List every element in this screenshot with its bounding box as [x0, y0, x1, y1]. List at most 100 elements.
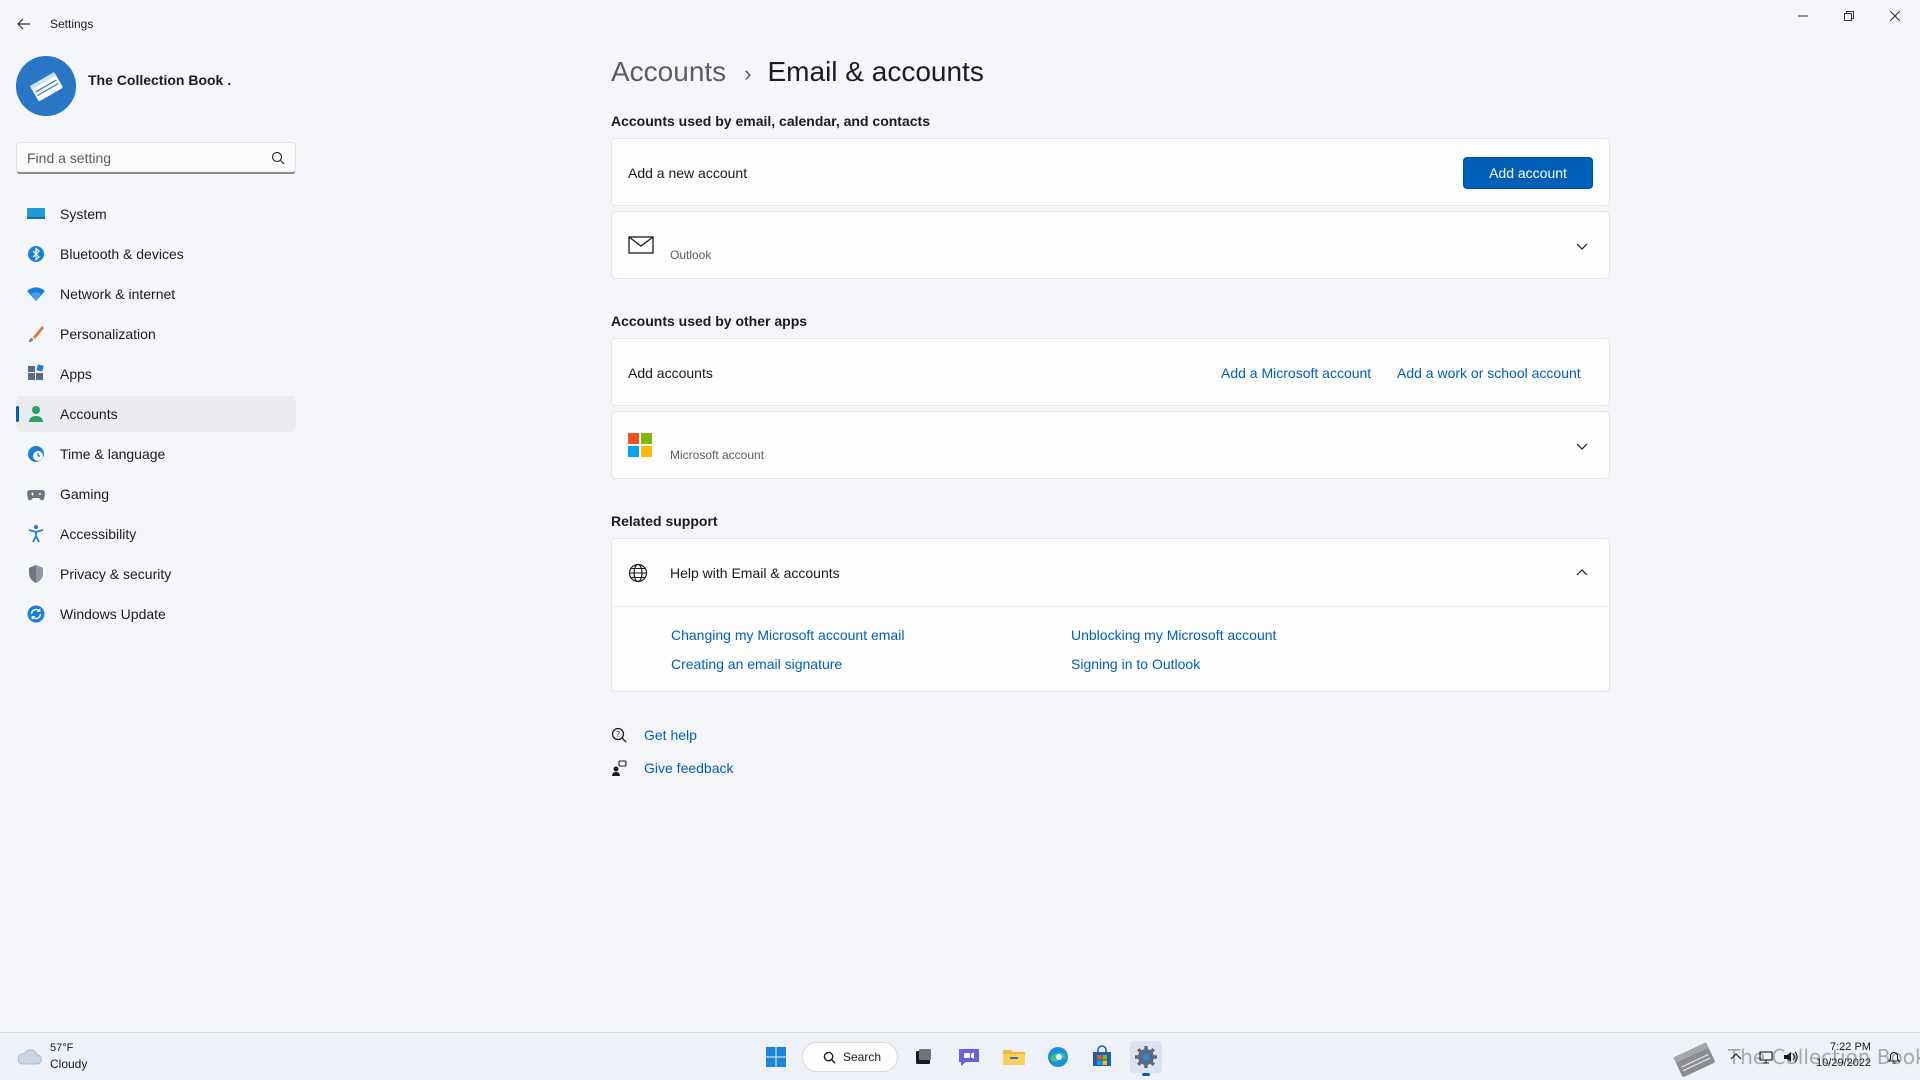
add-accounts-label: Add accounts [628, 365, 713, 381]
sidebar-item-accounts[interactable]: Accounts [16, 396, 296, 432]
sidebar-item-label: Network & internet [60, 286, 176, 302]
add-account-button[interactable]: Add account [1463, 157, 1593, 189]
title-bar: Settings [0, 0, 1920, 48]
settings-taskbar-button[interactable] [1130, 1041, 1162, 1076]
sidebar-item-bluetooth[interactable]: Bluetooth & devices [16, 236, 296, 272]
task-view-button[interactable] [907, 1041, 939, 1073]
restore-button[interactable] [1826, 0, 1872, 32]
network-icon[interactable] [1758, 1049, 1774, 1065]
store-icon [1093, 1045, 1111, 1066]
system-icon [27, 208, 45, 219]
help-link-unblocking-account[interactable]: Unblocking my Microsoft account [1071, 627, 1276, 643]
add-microsoft-account-link[interactable]: Add a Microsoft account [1221, 365, 1371, 381]
sidebar-item-system[interactable]: System [16, 196, 296, 232]
book-watermark-icon [1673, 1042, 1715, 1077]
chevron-down-icon[interactable] [1575, 239, 1589, 253]
sidebar-item-privacy[interactable]: Privacy & security [16, 556, 296, 592]
help-link-email-signature[interactable]: Creating an email signature [671, 656, 842, 672]
sidebar-item-network[interactable]: Network & internet [16, 276, 296, 312]
add-accounts-card: Add accounts Add a Microsoft account Add… [611, 338, 1610, 406]
file-explorer-button[interactable] [998, 1041, 1030, 1073]
weather-condition: Cloudy [50, 1057, 88, 1071]
restore-icon [1844, 11, 1854, 21]
sidebar-item-label: Windows Update [60, 606, 166, 622]
taskbar-search[interactable]: Search [802, 1042, 898, 1072]
sidebar-item-accessibility[interactable]: Accessibility [16, 516, 296, 552]
microsoft-account-sublabel: Microsoft account [670, 448, 765, 462]
outlook-account-card[interactable]: Outlook [611, 211, 1610, 279]
sidebar-item-time-language[interactable]: Time & language [16, 436, 296, 472]
sidebar-item-label: Apps [60, 366, 92, 382]
get-help-label[interactable]: Get help [644, 727, 697, 743]
weather-temperature: 57°F [50, 1042, 74, 1054]
page-title: Email & accounts [767, 56, 984, 87]
close-button[interactable] [1872, 0, 1918, 32]
book-logo-icon [16, 56, 76, 116]
person-icon [29, 406, 43, 422]
add-new-account-label: Add a new account [628, 165, 748, 181]
windows-logo-icon [766, 1047, 786, 1067]
globe-icon [628, 563, 648, 583]
taskbar-search-label: Search [843, 1050, 882, 1064]
give-feedback-label[interactable]: Give feedback [644, 760, 734, 776]
taskbar: 57°F Cloudy Search The Collection Book 7… [0, 1032, 1920, 1080]
folder-icon [1003, 1050, 1025, 1065]
microsoft-account-card[interactable]: Microsoft account [611, 411, 1610, 479]
section-title-email: Accounts used by email, calendar, and co… [611, 113, 930, 129]
minimize-icon [1798, 15, 1808, 17]
sidebar-nav: System Bluetooth & devices Network & int… [16, 196, 296, 636]
update-icon [27, 605, 45, 623]
sidebar-item-gaming[interactable]: Gaming [16, 476, 296, 512]
sidebar-item-apps[interactable]: Apps [16, 356, 296, 392]
minimize-button[interactable] [1780, 0, 1826, 32]
avatar[interactable] [16, 56, 76, 116]
chevron-up-icon[interactable] [1575, 566, 1589, 580]
edge-browser-button[interactable] [1042, 1041, 1074, 1073]
sidebar-item-label: Personalization [60, 326, 156, 342]
weather-widget[interactable]: 57°F Cloudy [16, 1041, 136, 1073]
sidebar-item-label: Accessibility [60, 526, 137, 542]
help-link-signing-in-outlook[interactable]: Signing in to Outlook [1071, 656, 1200, 672]
breadcrumb-parent[interactable]: Accounts [611, 56, 726, 88]
sidebar-item-windows-update[interactable]: Windows Update [16, 596, 296, 632]
back-arrow-icon [17, 18, 30, 30]
task-view-icon [916, 1049, 931, 1064]
help-email-accounts-card: Help with Email & accounts Changing my M… [611, 538, 1610, 692]
profile-name: The Collection Book . [88, 72, 232, 88]
notification-icon[interactable] [1886, 1049, 1902, 1065]
gear-icon [1135, 1046, 1157, 1068]
sidebar-item-label: Privacy & security [60, 566, 172, 582]
outlook-sublabel: Outlook [670, 248, 712, 262]
search-box[interactable] [16, 142, 296, 174]
add-work-school-account-link[interactable]: Add a work or school account [1397, 365, 1581, 381]
microsoft-logo-icon [628, 433, 652, 457]
sidebar-item-label: Time & language [60, 446, 166, 462]
chevron-down-icon[interactable] [1575, 439, 1589, 453]
feedback-icon [612, 760, 627, 776]
app-title: Settings [50, 17, 94, 31]
search-icon[interactable] [271, 151, 285, 165]
help-chat-icon: ? [611, 727, 627, 743]
clock-date[interactable]: 10/29/2022 [1816, 1057, 1871, 1069]
volume-icon[interactable] [1782, 1049, 1798, 1065]
help-link-changing-email[interactable]: Changing my Microsoft account email [671, 627, 904, 643]
search-input[interactable] [27, 149, 257, 167]
brush-icon [29, 326, 44, 342]
accessibility-icon [28, 525, 44, 543]
store-button[interactable] [1086, 1041, 1118, 1073]
start-button[interactable] [760, 1041, 792, 1073]
cloud-icon [17, 1049, 42, 1065]
sidebar-item-label: Accounts [60, 406, 118, 422]
back-button[interactable] [12, 12, 36, 36]
help-email-accounts-header[interactable]: Help with Email & accounts [612, 539, 1609, 607]
clock-time[interactable]: 7:22 PM [1830, 1041, 1871, 1053]
edge-icon [1048, 1047, 1068, 1067]
section-title-other-apps: Accounts used by other apps [611, 313, 808, 329]
sidebar-item-label: Gaming [60, 486, 110, 502]
sidebar-item-personalization[interactable]: Personalization [16, 316, 296, 352]
settings-window: Settings The Collection Book . Find a se… [0, 0, 1920, 1032]
chat-button[interactable] [953, 1041, 985, 1073]
chevron-up-icon[interactable] [1730, 1051, 1742, 1063]
section-title-related-support: Related support [611, 513, 718, 529]
chat-icon [959, 1049, 979, 1066]
